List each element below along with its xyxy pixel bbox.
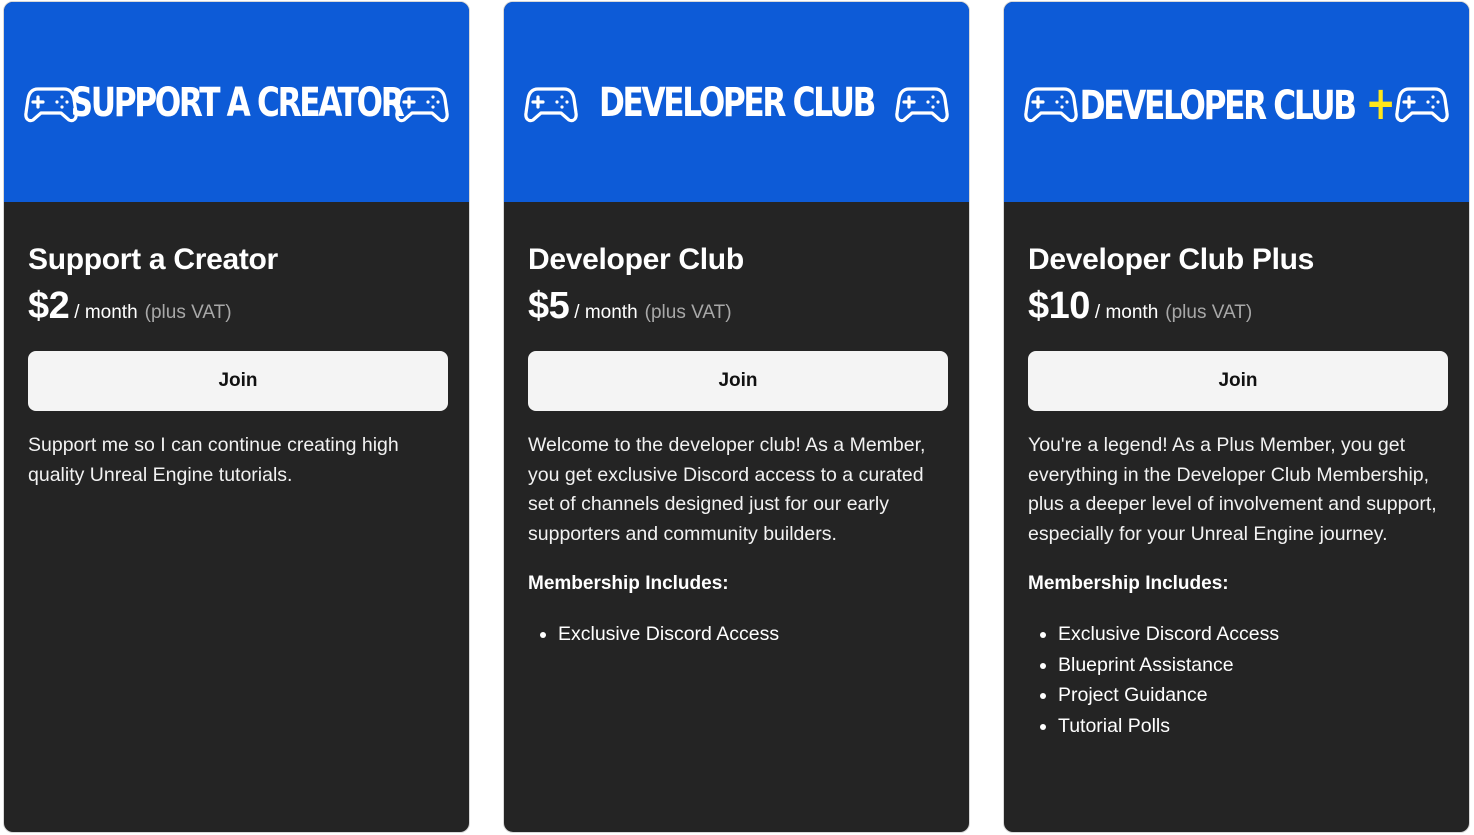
banner-title: SUPPORT A CREATOR <box>70 80 405 126</box>
billing-period: / month <box>574 302 638 323</box>
includes-heading: Membership Includes: <box>528 573 729 594</box>
tier-name: Developer Club <box>528 243 744 276</box>
banner-title: DEVELOPER CLUB + <box>1079 76 1396 130</box>
tier-description: You're a legend! As a Plus Member, you g… <box>1028 434 1437 545</box>
perk-item: Exclusive Discord Access <box>558 619 945 650</box>
gamepad-icon <box>1395 87 1449 123</box>
price-row: $2 / month (plus VAT) <box>28 286 445 333</box>
perks-list: Exclusive Discord Access Blueprint Assis… <box>1028 619 1445 741</box>
perk-item: Project Guidance <box>1058 680 1445 711</box>
membership-tiers: SUPPORT A CREATOR Support a Creator $2 /… <box>0 0 1474 835</box>
price-row: $5 / month (plus VAT) <box>528 286 945 333</box>
perk-item: Tutorial Polls <box>1058 711 1445 742</box>
tier-description: Welcome to the developer club! As a Memb… <box>528 434 926 545</box>
tier-card-developer-club-plus: DEVELOPER CLUB + Developer Club Plus $10 … <box>1003 1 1470 833</box>
tier-card-developer-club: DEVELOPER CLUB Developer Club $5 / month… <box>503 1 970 833</box>
tier-banner: SUPPORT A CREATOR <box>4 2 469 202</box>
gamepad-icon <box>895 87 949 123</box>
tier-name: Support a Creator <box>28 243 278 276</box>
join-button[interactable]: Join <box>528 351 948 411</box>
vat-note: (plus VAT) <box>644 302 732 323</box>
tier-banner: DEVELOPER CLUB + <box>1004 2 1469 202</box>
perk-item: Blueprint Assistance <box>1058 650 1445 681</box>
tier-banner: DEVELOPER CLUB <box>504 2 969 202</box>
tier-price: $5 <box>528 285 570 327</box>
vat-note: (plus VAT) <box>1165 302 1253 323</box>
join-button[interactable]: Join <box>1028 351 1448 411</box>
perk-item: Exclusive Discord Access <box>1058 619 1445 650</box>
tier-description: Support me so I can continue creating hi… <box>28 434 399 486</box>
tier-price: $10 <box>1028 285 1090 327</box>
plus-mark: + <box>1365 76 1396 130</box>
billing-period: / month <box>74 302 138 323</box>
tier-price: $2 <box>28 285 70 327</box>
join-button[interactable]: Join <box>28 351 448 411</box>
banner-title: DEVELOPER CLUB <box>598 80 876 126</box>
billing-period: / month <box>1094 302 1159 323</box>
gamepad-icon <box>395 87 449 123</box>
price-row: $10 / month (plus VAT) <box>1028 286 1445 333</box>
tier-card-support-a-creator: SUPPORT A CREATOR Support a Creator $2 /… <box>3 1 470 833</box>
includes-heading: Membership Includes: <box>1028 573 1229 594</box>
tier-name: Developer Club Plus <box>1028 243 1315 276</box>
vat-note: (plus VAT) <box>144 302 232 323</box>
perks-list: Exclusive Discord Access <box>528 619 945 650</box>
